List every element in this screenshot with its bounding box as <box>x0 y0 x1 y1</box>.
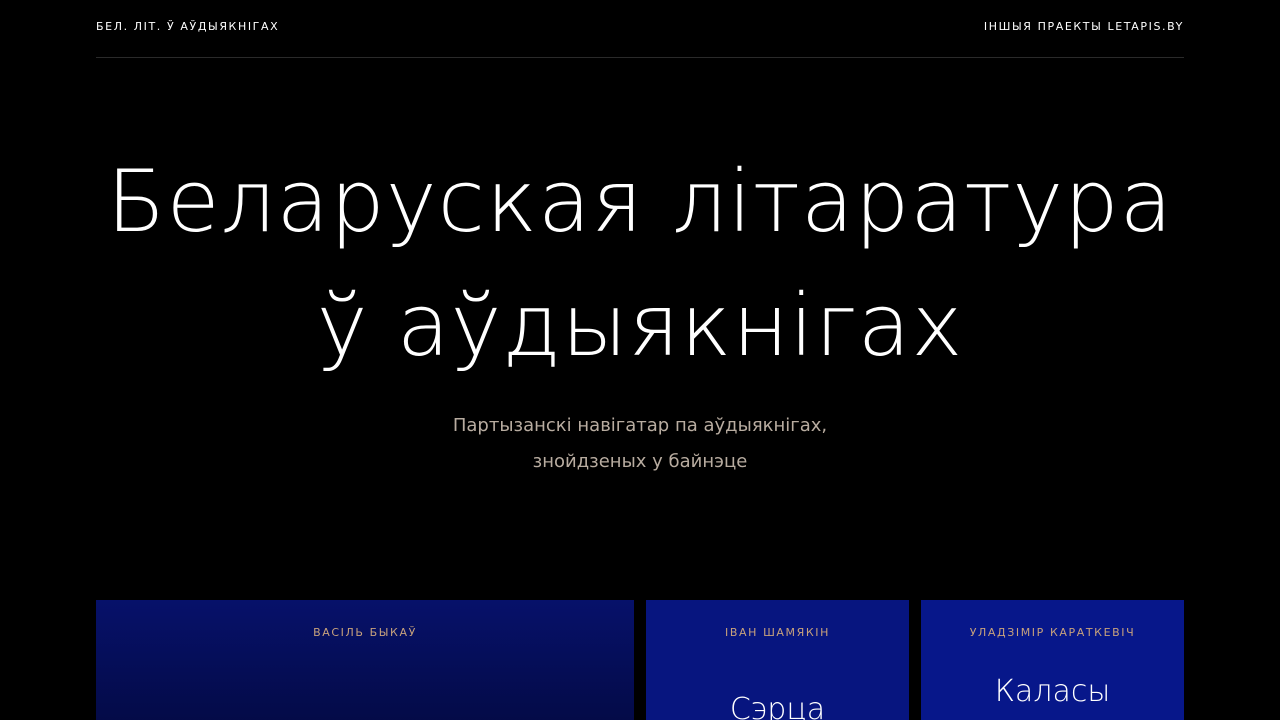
book-card-karatkevich[interactable]: УЛАДЗІМІР КАРАТКЕВІЧ Каласы <box>921 600 1184 720</box>
card-title: Сэрца <box>729 692 826 720</box>
hero-title: Беларуская літаратура ў аўдыякнігах <box>0 140 1280 388</box>
site-title-link[interactable]: БЕЛ. ЛІТ. Ў АЎДЫЯКНІГАХ <box>96 20 279 33</box>
card-author: УЛАДЗІМІР КАРАТКЕВІЧ <box>969 626 1136 639</box>
book-cards: ВАСІЛЬ БЫКАЎ ІВАН ШАМЯКІН Сэрца УЛАДЗІМІ… <box>96 600 1184 720</box>
page: БЕЛ. ЛІТ. Ў АЎДЫЯКНІГАХ ІНШЫЯ ПРАЕКТЫ LE… <box>0 0 1280 720</box>
card-author: ВАСІЛЬ БЫКАЎ <box>313 626 417 639</box>
top-nav-bar: БЕЛ. ЛІТ. Ў АЎДЫЯКНІГАХ ІНШЫЯ ПРАЕКТЫ LE… <box>96 0 1184 58</box>
book-card-bykau[interactable]: ВАСІЛЬ БЫКАЎ <box>96 600 634 720</box>
hero-title-line-1: Беларуская літаратура <box>106 152 1174 252</box>
card-title: Каласы <box>994 674 1111 709</box>
hero-subtitle-line-2: знойдзеных у байнэце <box>532 451 748 472</box>
other-projects-link[interactable]: ІНШЫЯ ПРАЕКТЫ LETAPIS.BY <box>984 20 1184 33</box>
hero-subtitle-line-1: Партызанскі навігатар па аўдыякнігах, <box>452 415 828 436</box>
book-card-shamiakin[interactable]: ІВАН ШАМЯКІН Сэрца <box>646 600 909 720</box>
card-author: ІВАН ШАМЯКІН <box>724 626 831 639</box>
hero-title-line-2: ў аўдыякнігах <box>316 276 964 376</box>
hero-subtitle: Партызанскі навігатар па аўдыякнігах, зн… <box>0 408 1280 480</box>
